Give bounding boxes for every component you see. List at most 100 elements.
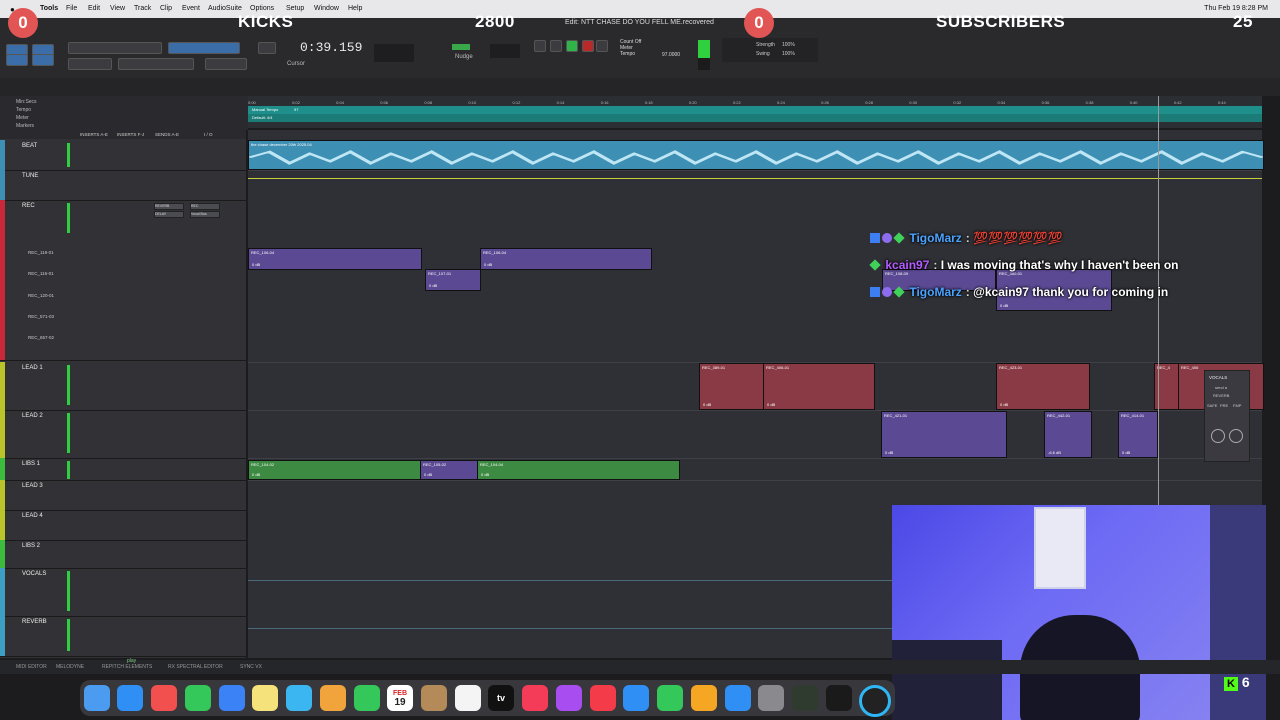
track-name[interactable]: LEAD 1	[22, 365, 43, 371]
track-lead-4[interactable]: LEAD 4	[0, 510, 246, 541]
notes-icon[interactable]	[252, 685, 278, 711]
track-libs-1[interactable]: LIBS 1	[0, 458, 246, 481]
playlist-lane-1[interactable]: REC_119-01	[28, 250, 54, 255]
swing-value[interactable]: 100%	[782, 51, 795, 57]
menu-clip[interactable]: Clip	[160, 5, 172, 12]
audio-clip-lead-2[interactable]: REC_442-01 -6.6 dB	[1044, 411, 1092, 458]
track-lead-2[interactable]: LEAD 2	[0, 410, 246, 459]
output-rec[interactable]: REC	[190, 203, 220, 210]
playlist-lane-2[interactable]: REC_116-01	[28, 271, 54, 276]
menu-event[interactable]: Event	[182, 5, 200, 12]
pro-tools-icon[interactable]	[859, 685, 891, 717]
audio-clip-lead-2[interactable]: REC_421-01 0 dB	[881, 411, 1007, 458]
record-button[interactable]	[582, 40, 594, 52]
menu-view[interactable]: View	[110, 5, 125, 12]
mixer-safe-button[interactable]: SAFE	[1207, 403, 1217, 408]
stop-button[interactable]	[550, 40, 562, 52]
output-vocal-bus[interactable]: Vocal Bus	[190, 211, 220, 218]
send-pan-knob[interactable]	[1229, 429, 1243, 443]
vocals-mixer-strip[interactable]: VOCALS send a REVERB SAFE PRE FMP	[1204, 370, 1250, 462]
chat-username[interactable]: TigoMarz	[909, 285, 961, 299]
rx-editor-tab[interactable]: RX SPECTRAL EDITOR	[168, 664, 223, 670]
menu-track[interactable]: Track	[134, 5, 151, 12]
podcasts-icon[interactable]	[556, 685, 582, 711]
menu-audiosuite[interactable]: AudioSuite	[208, 5, 242, 12]
tab-to-transient[interactable]	[258, 42, 276, 54]
track-reverb[interactable]: REVERB	[0, 616, 246, 657]
playlist-lane-3[interactable]: REC_120-01	[28, 293, 54, 298]
track-beat[interactable]: BEAT	[0, 140, 246, 171]
playlist-lane-5[interactable]: REC_657-02	[28, 335, 54, 340]
ilok-manager-icon[interactable]	[792, 685, 818, 711]
ilok-icon[interactable]	[826, 685, 852, 711]
play-button[interactable]	[566, 40, 578, 52]
track-name[interactable]: LEAD 3	[22, 483, 43, 489]
menu-window[interactable]: Window	[314, 5, 339, 12]
grid-toggle[interactable]	[452, 44, 470, 50]
audio-clip-lead-2[interactable]: REC_414-01 0 dB	[1118, 411, 1158, 458]
smart-tool[interactable]	[205, 58, 247, 70]
menu-file[interactable]: File	[66, 5, 77, 12]
audio-clip-lead-1[interactable]: REC_389-01 0 dB	[699, 363, 765, 410]
system-settings-icon[interactable]	[758, 685, 784, 711]
pages-icon[interactable]	[691, 685, 717, 711]
menu-setup[interactable]: Setup	[286, 5, 304, 12]
edit-tool-modes[interactable]	[118, 58, 194, 70]
maps-icon[interactable]	[286, 685, 312, 711]
selection-display[interactable]	[374, 44, 414, 62]
safari-icon[interactable]	[117, 685, 143, 711]
menubar-clock[interactable]: Thu Feb 19 8:28 PM	[1204, 5, 1268, 12]
numbers-icon[interactable]	[657, 685, 683, 711]
track-name[interactable]: BEAT	[22, 143, 37, 149]
universe-strip[interactable]	[0, 78, 1280, 96]
audio-clip-lead-1[interactable]: REC_406-01 0 dB	[763, 363, 875, 410]
audio-clip-libs-1[interactable]: REC_104-04 0 dB	[477, 460, 680, 480]
menu-help[interactable]: Help	[348, 5, 362, 12]
playlist-lane-4[interactable]: REC_571-03	[28, 314, 54, 319]
track-lead-1[interactable]: LEAD 1	[0, 362, 246, 411]
track-name[interactable]: TUNE	[22, 173, 38, 179]
messages-icon[interactable]	[185, 685, 211, 711]
track-vocals[interactable]: VOCALS	[0, 568, 246, 617]
app-store-icon[interactable]	[725, 685, 751, 711]
send-level-knob[interactable]	[1211, 429, 1225, 443]
calendar-icon[interactable]: FEB 19	[387, 685, 413, 711]
audio-clip-beat[interactable]: the chase december 20th 2025.04	[248, 140, 1264, 170]
photos-icon[interactable]	[320, 685, 346, 711]
news-icon[interactable]	[590, 685, 616, 711]
chat-username[interactable]: kcain97	[885, 258, 929, 272]
track-name[interactable]: LIBS 1	[22, 461, 40, 467]
track-libs-2[interactable]: LIBS 2	[0, 540, 246, 569]
apple-tv-icon[interactable]: tv	[488, 685, 514, 711]
mail-icon[interactable]	[219, 685, 245, 711]
finder-icon[interactable]	[84, 685, 110, 711]
track-name[interactable]: LEAD 4	[22, 513, 43, 519]
melodyne-tab[interactable]: MELODYNE	[56, 664, 84, 670]
facetime-icon[interactable]	[354, 685, 380, 711]
track-tune[interactable]: TUNE	[0, 170, 246, 201]
contacts-icon[interactable]	[421, 685, 447, 711]
grid-value-display[interactable]	[490, 44, 520, 58]
insert-delay[interactable]: DELAY	[154, 211, 184, 218]
audio-clip-libs-1[interactable]: REC_104-02 0 dB	[248, 460, 422, 480]
track-name[interactable]: VOCALS	[22, 571, 46, 577]
midi-editor-tab[interactable]: MIDI EDITOR	[16, 664, 47, 670]
track-lead-3[interactable]: LEAD 3	[0, 480, 246, 511]
mixer-fmp-button[interactable]: FMP	[1233, 403, 1241, 408]
chat-username[interactable]: TigoMarz	[909, 231, 961, 245]
tempo-value[interactable]: 97.0000	[662, 52, 680, 58]
audio-clip-libs-1[interactable]: REC_105-02 0 dB	[420, 460, 479, 480]
mixer-send-reverb[interactable]: REVERB	[1213, 393, 1229, 398]
rewind-button[interactable]	[534, 40, 546, 52]
tempo-ruler[interactable]: Manual Tempo 97	[248, 106, 1262, 114]
audio-clip-rec[interactable]: REC_107-01 0 dB	[425, 269, 481, 291]
zoom-controls[interactable]	[68, 42, 162, 54]
tempo-label[interactable]: Tempo	[620, 51, 641, 57]
main-counter[interactable]: 0:39.159	[300, 40, 362, 55]
sync-vx-tab[interactable]: SYNC VX	[240, 664, 262, 670]
track-rec[interactable]: REC REVERB DELAY REC Vocal Bus REC_119-0…	[0, 200, 246, 361]
menu-edit[interactable]: Edit	[88, 5, 100, 12]
insert-reverb[interactable]: REVERB	[154, 203, 184, 210]
launchpad-icon[interactable]	[151, 685, 177, 711]
music-icon[interactable]	[522, 685, 548, 711]
